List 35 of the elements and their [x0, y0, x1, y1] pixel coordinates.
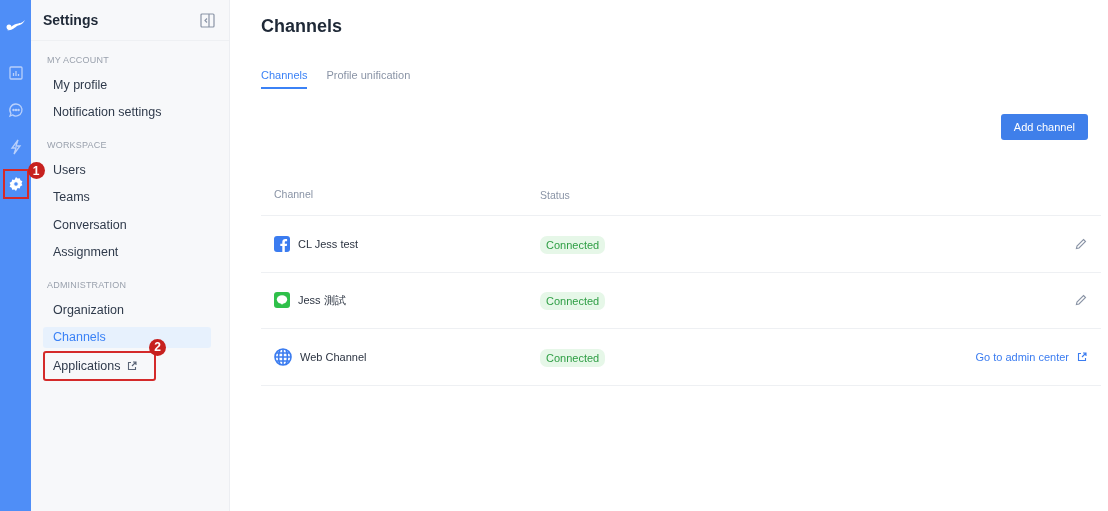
admin-center-link[interactable]: Go to admin center	[975, 350, 1087, 363]
sidebar-item[interactable]: Applications	[43, 350, 156, 381]
channel-name: Web Channel	[300, 350, 367, 363]
pencil-icon[interactable]	[1075, 237, 1087, 250]
sidebar-title: Settings	[43, 12, 99, 28]
logo-icon	[4, 18, 27, 32]
sidebar-item[interactable]: Assignment	[43, 238, 211, 266]
add-channel-button[interactable]: Add channel	[1000, 114, 1088, 140]
page-title: Channels	[261, 16, 344, 37]
section-heading: MY ACCOUNT	[46, 54, 110, 67]
sidebar-item[interactable]: Organization	[43, 296, 211, 324]
settings-icon	[7, 175, 24, 192]
column-header: Status	[540, 189, 570, 201]
sidebar-item[interactable]: Users	[43, 156, 211, 184]
sidebar-item[interactable]: Teams	[43, 183, 211, 211]
collapse-sidebar-icon[interactable]	[200, 12, 215, 28]
status-tag: Connected	[540, 348, 606, 367]
sidebar-item[interactable]: My profile	[43, 71, 211, 99]
column-header: Channel	[274, 188, 314, 200]
facebook-icon	[274, 235, 290, 252]
chat-bubble-icon	[274, 292, 290, 309]
tab[interactable]: Channels	[261, 69, 308, 89]
external-link-icon	[1077, 351, 1087, 362]
section-heading: ADMINISTRATION	[46, 279, 128, 292]
pencil-icon[interactable]	[1075, 294, 1087, 307]
section-heading: WORKSPACE	[46, 139, 108, 152]
chat-icon	[7, 101, 24, 118]
sidebar-item[interactable]: Conversation	[43, 211, 211, 239]
globe-icon	[274, 347, 292, 366]
sidebar-item[interactable]: Notification settings	[43, 98, 211, 126]
channel-name: CL Jess test	[298, 237, 359, 250]
status-tag: Connected	[540, 235, 606, 254]
channel-name: Jess 測試	[298, 292, 346, 308]
status-tag: Connected	[540, 292, 606, 311]
chart-icon	[7, 64, 24, 81]
